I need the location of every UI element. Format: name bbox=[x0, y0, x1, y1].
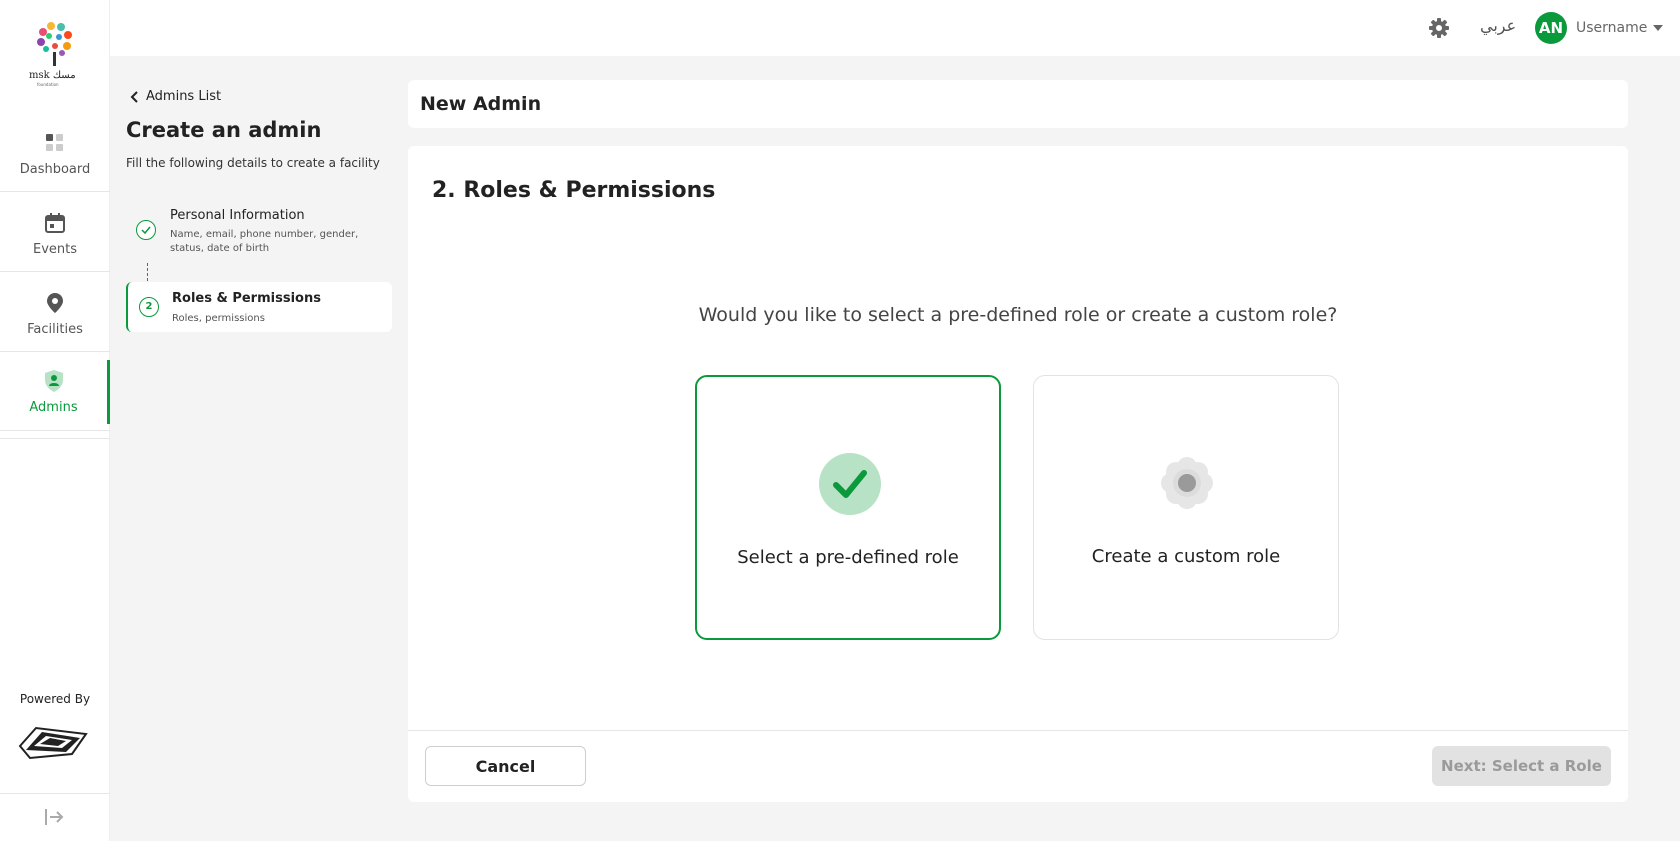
sidebar-item-label: Events bbox=[32, 242, 77, 257]
logout-icon bbox=[45, 809, 64, 825]
svg-text:foundation: foundation bbox=[37, 82, 59, 87]
admin-shield-icon bbox=[44, 370, 63, 392]
sidebar-item-label: Dashboard bbox=[19, 162, 91, 177]
calendar-icon bbox=[45, 213, 65, 233]
step-description: Name, email, phone number, gender, statu… bbox=[170, 229, 359, 254]
back-to-admins-list-link[interactable]: Admins List bbox=[130, 89, 221, 104]
role-choice-question: Would you like to select a pre-defined r… bbox=[698, 304, 1338, 326]
brand-logo bbox=[18, 726, 88, 760]
predefined-role-option[interactable]: Select a pre-defined role bbox=[695, 375, 1001, 640]
gear-icon[interactable] bbox=[1428, 17, 1450, 39]
powered-by-label: Powered By bbox=[19, 692, 91, 706]
logout-button[interactable] bbox=[0, 793, 110, 841]
page-subtitle: Fill the following details to create a f… bbox=[126, 156, 380, 170]
sidebar-item-admins[interactable]: Admins bbox=[0, 360, 110, 424]
sidebar-item-events[interactable]: Events bbox=[0, 192, 110, 272]
step-description: Roles, permissions bbox=[172, 313, 265, 324]
form-title: New Admin bbox=[420, 93, 542, 115]
step-roles-permissions[interactable]: 2 Roles & Permissions Roles, permissions bbox=[126, 282, 392, 332]
svg-text:msk مسك: msk مسك bbox=[29, 70, 76, 81]
sidebar: msk مسك foundation Dashboard Events Faci… bbox=[0, 0, 110, 841]
option-label: Select a pre-defined role bbox=[737, 547, 959, 568]
step-connector bbox=[147, 263, 148, 281]
avatar[interactable]: AN bbox=[1535, 12, 1567, 44]
step-title: Roles & Permissions bbox=[172, 291, 321, 306]
gear-icon bbox=[1161, 457, 1213, 509]
page-title: Create an admin bbox=[126, 118, 322, 142]
check-circle-icon bbox=[819, 453, 881, 515]
check-icon bbox=[141, 226, 151, 235]
footer-divider bbox=[408, 730, 1628, 731]
step-personal-information[interactable]: Personal Information Name, email, phone … bbox=[126, 200, 392, 262]
roles-permissions-card: 2. Roles & Permissions Would you like to… bbox=[408, 146, 1628, 802]
cancel-button[interactable]: Cancel bbox=[425, 746, 586, 786]
sidebar-item-facilities[interactable]: Facilities bbox=[0, 272, 110, 352]
sidebar-divider bbox=[0, 430, 110, 439]
sidebar-item-label: Facilities bbox=[27, 322, 83, 337]
form-header: New Admin bbox=[408, 80, 1628, 128]
step-completed-badge bbox=[136, 220, 156, 240]
location-pin-icon bbox=[47, 293, 63, 313]
language-toggle[interactable]: عربي bbox=[1480, 16, 1516, 35]
username-label[interactable]: Username bbox=[1576, 20, 1647, 36]
sidebar-item-dashboard[interactable]: Dashboard bbox=[0, 112, 110, 192]
dashboard-icon bbox=[46, 134, 63, 151]
section-title: 2. Roles & Permissions bbox=[432, 178, 716, 203]
custom-role-option[interactable]: Create a custom role bbox=[1033, 375, 1339, 640]
chevron-down-icon[interactable] bbox=[1653, 25, 1663, 31]
sidebar-item-label: Admins bbox=[29, 400, 78, 415]
top-bar: عربي AN Username bbox=[110, 0, 1680, 56]
step-number-badge: 2 bbox=[139, 297, 159, 317]
chevron-left-icon bbox=[130, 90, 138, 103]
next-select-role-button[interactable]: Next: Select a Role bbox=[1432, 746, 1611, 786]
step-title: Personal Information bbox=[170, 208, 305, 223]
back-link-label: Admins List bbox=[146, 89, 222, 104]
option-label: Create a custom role bbox=[1091, 546, 1281, 567]
msk-logo[interactable]: msk مسك foundation bbox=[25, 18, 85, 90]
